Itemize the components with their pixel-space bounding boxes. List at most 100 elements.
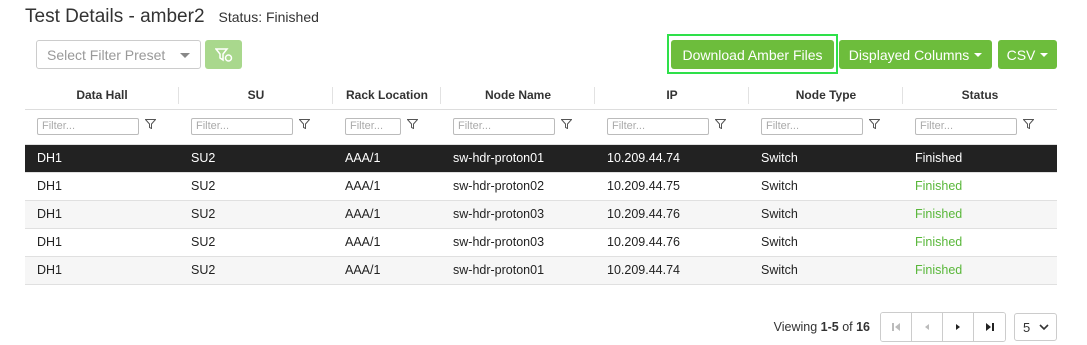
displayed-columns-label: Displayed Columns bbox=[848, 46, 970, 63]
page-title: Test Details - amber2 bbox=[25, 6, 205, 27]
filter-cell-data-hall: Filter... bbox=[25, 109, 179, 145]
filter-cell-rack-location: Filter... bbox=[333, 109, 441, 145]
column-header-status[interactable]: Status bbox=[903, 82, 1057, 110]
next-page-button[interactable] bbox=[943, 313, 974, 341]
table-row[interactable]: DH1 SU2 AAA/1 sw-hdr-proton03 10.209.44.… bbox=[25, 200, 1057, 229]
column-header-data-hall[interactable]: Data Hall bbox=[25, 82, 179, 110]
table-row[interactable]: DH1 SU2 AAA/1 sw-hdr-proton03 10.209.44.… bbox=[25, 228, 1057, 257]
cell-ip: 10.209.44.76 bbox=[595, 200, 749, 229]
csv-button[interactable]: CSV bbox=[998, 40, 1057, 69]
next-page-icon bbox=[956, 324, 960, 330]
previous-page-button[interactable] bbox=[912, 313, 943, 341]
cell-rack-location: AAA/1 bbox=[333, 200, 441, 229]
filter-preset-placeholder: Select Filter Preset bbox=[47, 46, 166, 63]
filter-row: Filter... Filter... Filter... Filter... … bbox=[25, 109, 1057, 145]
cell-ip: 10.209.44.76 bbox=[595, 228, 749, 257]
cell-status: Finished bbox=[903, 256, 1057, 285]
filter-icon[interactable] bbox=[407, 118, 418, 129]
page-header: Test Details - amber2 Status: Finished bbox=[25, 6, 319, 28]
column-header-node-name[interactable]: Node Name bbox=[441, 82, 595, 110]
filter-input-status[interactable]: Filter... bbox=[915, 118, 1017, 135]
filter-cell-ip: Filter... bbox=[595, 109, 749, 145]
cell-node-name: sw-hdr-proton01 bbox=[441, 256, 595, 285]
cell-su: SU2 bbox=[179, 256, 333, 285]
first-page-button[interactable] bbox=[881, 313, 912, 341]
pagination-controls bbox=[880, 312, 1006, 342]
displayed-columns-button[interactable]: Displayed Columns bbox=[839, 40, 992, 69]
last-page-icon bbox=[985, 323, 994, 331]
cell-status: Finished bbox=[903, 144, 1057, 173]
cell-rack-location: AAA/1 bbox=[333, 172, 441, 201]
page-size-select[interactable]: 5 bbox=[1014, 313, 1057, 341]
cell-su: SU2 bbox=[179, 200, 333, 229]
table-row[interactable]: DH1 SU2 AAA/1 sw-hdr-proton01 10.209.44.… bbox=[25, 256, 1057, 285]
column-header-ip[interactable]: IP bbox=[595, 82, 749, 110]
filter-input-ip[interactable]: Filter... bbox=[607, 118, 709, 135]
cell-node-name: sw-hdr-proton03 bbox=[441, 200, 595, 229]
cell-status: Finished bbox=[903, 228, 1057, 257]
cell-status: Finished bbox=[903, 200, 1057, 229]
filter-input-data-hall[interactable]: Filter... bbox=[37, 118, 139, 135]
cell-su: SU2 bbox=[179, 172, 333, 201]
test-status: Status: Finished bbox=[218, 9, 319, 25]
cell-ip: 10.209.44.74 bbox=[595, 144, 749, 173]
column-header-su[interactable]: SU bbox=[179, 82, 333, 110]
filter-input-su[interactable]: Filter... bbox=[191, 118, 293, 135]
column-header-rack-location[interactable]: Rack Location bbox=[333, 82, 441, 110]
chevron-down-icon bbox=[1039, 324, 1049, 331]
cell-ip: 10.209.44.75 bbox=[595, 172, 749, 201]
filter-icon[interactable] bbox=[145, 118, 156, 129]
filter-icon[interactable] bbox=[561, 118, 572, 129]
cell-rack-location: AAA/1 bbox=[333, 256, 441, 285]
previous-page-icon bbox=[925, 324, 929, 330]
last-page-button[interactable] bbox=[974, 313, 1005, 341]
filter-input-node-type[interactable]: Filter... bbox=[761, 118, 863, 135]
cell-data-hall: DH1 bbox=[25, 144, 179, 173]
cell-status: Finished bbox=[903, 172, 1057, 201]
cell-data-hall: DH1 bbox=[25, 256, 179, 285]
filter-input-rack-location[interactable]: Filter... bbox=[345, 118, 401, 135]
filter-icon[interactable] bbox=[715, 118, 726, 129]
caret-down-icon bbox=[1040, 52, 1049, 57]
cell-node-name: sw-hdr-proton02 bbox=[441, 172, 595, 201]
cell-node-type: Switch bbox=[749, 172, 903, 201]
table-header-row: Data Hall SU Rack Location Node Name IP … bbox=[25, 82, 1057, 110]
filter-icon[interactable] bbox=[869, 118, 880, 129]
download-amber-files-label: Download Amber Files bbox=[682, 46, 823, 63]
filter-cell-su: Filter... bbox=[179, 109, 333, 145]
filter-input-node-name[interactable]: Filter... bbox=[453, 118, 555, 135]
first-page-icon bbox=[892, 323, 900, 331]
cell-node-name: sw-hdr-proton01 bbox=[441, 144, 595, 173]
cell-ip: 10.209.44.74 bbox=[595, 256, 749, 285]
csv-label: CSV bbox=[1006, 46, 1036, 63]
cell-su: SU2 bbox=[179, 144, 333, 173]
cell-su: SU2 bbox=[179, 228, 333, 257]
cell-rack-location: AAA/1 bbox=[333, 144, 441, 173]
cell-node-type: Switch bbox=[749, 256, 903, 285]
cell-node-type: Switch bbox=[749, 144, 903, 173]
cell-node-name: sw-hdr-proton03 bbox=[441, 228, 595, 257]
save-filter-preset-button[interactable] bbox=[205, 40, 242, 69]
filter-cell-node-type: Filter... bbox=[749, 109, 903, 145]
filter-preset-select[interactable]: Select Filter Preset bbox=[36, 40, 201, 69]
cell-rack-location: AAA/1 bbox=[333, 228, 441, 257]
filter-icon[interactable] bbox=[1023, 118, 1034, 129]
table-row[interactable]: DH1 SU2 AAA/1 sw-hdr-proton02 10.209.44.… bbox=[25, 172, 1057, 201]
column-header-node-type[interactable]: Node Type bbox=[749, 82, 903, 110]
test-details-table: Data Hall SU Rack Location Node Name IP … bbox=[25, 82, 1057, 285]
filter-cell-status: Filter... bbox=[903, 109, 1057, 145]
cell-node-type: Switch bbox=[749, 228, 903, 257]
caret-down-icon bbox=[180, 53, 190, 58]
cell-data-hall: DH1 bbox=[25, 172, 179, 201]
page-size-value: 5 bbox=[1023, 319, 1031, 335]
filter-settings-icon bbox=[214, 47, 232, 62]
filter-icon[interactable] bbox=[299, 118, 310, 129]
pagination: Viewing 1-5 of 16 5 bbox=[774, 312, 1057, 342]
caret-down-icon bbox=[974, 52, 983, 57]
pagination-summary: Viewing 1-5 of 16 bbox=[773, 320, 870, 334]
cell-data-hall: DH1 bbox=[25, 228, 179, 257]
cell-node-type: Switch bbox=[749, 200, 903, 229]
table-row[interactable]: DH1 SU2 AAA/1 sw-hdr-proton01 10.209.44.… bbox=[25, 144, 1057, 173]
download-amber-files-button[interactable]: Download Amber Files bbox=[671, 40, 834, 69]
filter-cell-node-name: Filter... bbox=[441, 109, 595, 145]
